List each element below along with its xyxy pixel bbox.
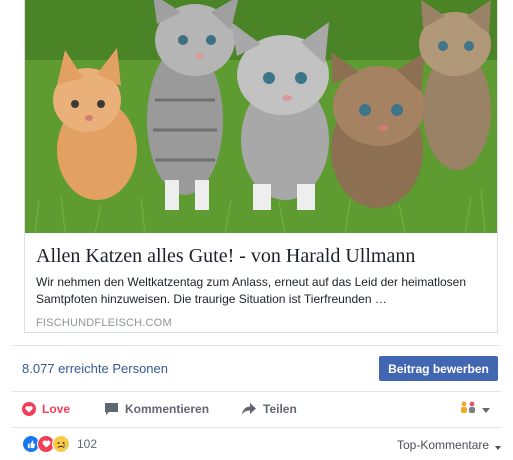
love-label: Love [42, 402, 71, 416]
action-bar: Love Kommentieren Teilen [0, 394, 513, 424]
audience-selector[interactable] [458, 400, 492, 418]
divider [12, 391, 501, 392]
divider [12, 345, 501, 346]
caret-down-icon [495, 439, 502, 453]
comment-sort-label: Top-Kommentare [397, 438, 490, 452]
reaction-count: 102 [77, 437, 98, 451]
comment-button[interactable]: Kommentieren [104, 394, 209, 424]
divider [12, 427, 501, 428]
post-card: Allen Katzen alles Gute! - von Harald Ul… [0, 0, 513, 460]
heart-icon [22, 402, 36, 416]
caret-down-icon [482, 400, 490, 418]
kitten-brown-tabby [331, 52, 425, 208]
link-domain: FISCHUNDFLEISCH.COM [36, 317, 172, 329]
people-icon [458, 400, 478, 418]
link-title[interactable]: Allen Katzen alles Gute! - von Harald Ul… [36, 243, 486, 269]
share-arrow-icon [241, 402, 257, 416]
share-button[interactable]: Teilen [241, 394, 297, 424]
comment-sort-dropdown[interactable]: Top-Kommentare [397, 438, 502, 453]
share-label: Teilen [263, 402, 297, 416]
link-preview-card[interactable]: Allen Katzen alles Gute! - von Harald Ul… [24, 0, 498, 333]
reactions-summary[interactable]: 102 [22, 435, 97, 453]
love-button[interactable]: Love [22, 394, 70, 424]
comment-label: Kommentieren [125, 402, 210, 416]
link-description: Wir nehmen den Weltkatzentag zum Anlass,… [36, 275, 467, 306]
boost-post-button[interactable]: Beitrag bewerben [379, 356, 498, 381]
link-preview-image[interactable] [25, 0, 497, 233]
comment-icon [104, 402, 119, 416]
reach-count-link[interactable]: 8.077 erreichte Personen [22, 361, 168, 376]
sad-reaction-icon [52, 435, 70, 453]
link-preview-text[interactable]: Allen Katzen alles Gute! - von Harald Ul… [25, 233, 497, 333]
kitten-tabby-3 [419, 0, 491, 170]
